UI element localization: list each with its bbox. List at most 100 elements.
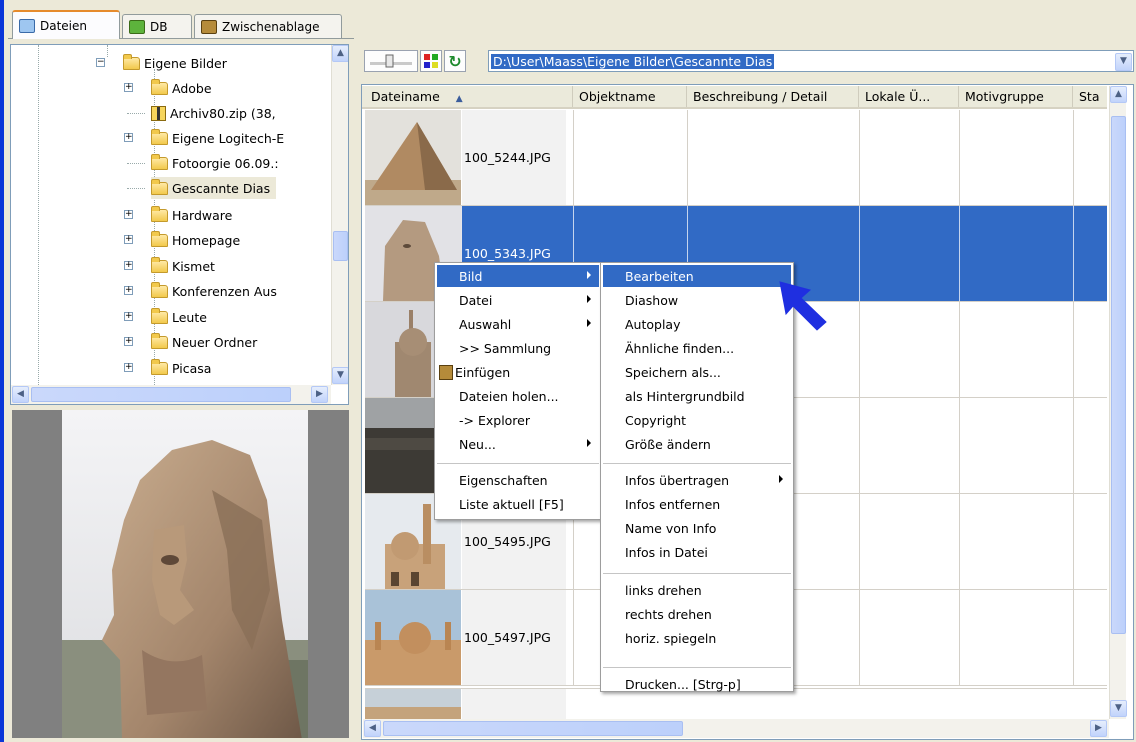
submenu-item[interactable]: Infos entfernen [603, 493, 791, 515]
tree-item[interactable]: Konferenzen Aus [151, 280, 277, 302]
tree-item[interactable]: Fotoorgie 06.09.: [151, 152, 279, 174]
expand-icon[interactable]: + [124, 210, 133, 219]
scroll-thumb[interactable] [31, 387, 291, 402]
list-horizontal-scrollbar[interactable]: ◀ ▶ [363, 719, 1109, 738]
menu-separator [437, 463, 599, 464]
menu-item-label: links drehen [625, 582, 702, 598]
scroll-thumb[interactable] [383, 721, 683, 736]
refresh-button[interactable]: ↻ [444, 50, 466, 72]
submenu-item[interactable]: Name von Info [603, 517, 791, 539]
expand-icon[interactable]: + [124, 83, 133, 92]
scroll-down-button[interactable]: ▼ [332, 367, 348, 384]
tree-item[interactable]: Eigene Bilder [123, 52, 227, 74]
tree-item[interactable]: Leute [151, 306, 207, 328]
tree-vertical-scrollbar[interactable]: ▲ ▼ [331, 45, 348, 385]
file-name-cell[interactable]: 100_5244.JPG [462, 110, 566, 205]
scroll-right-button[interactable]: ▶ [311, 386, 328, 403]
submenu-item[interactable]: rechts drehen [603, 603, 791, 625]
submenu-item[interactable]: Größe ändern [603, 433, 791, 455]
path-input[interactable]: D:\User\Maass\Eigene Bilder\Gescannte Di… [491, 53, 775, 69]
expand-icon[interactable]: + [124, 235, 133, 244]
folder-icon [151, 307, 168, 324]
column-header-objektname[interactable]: Objektname [573, 86, 687, 107]
path-combobox[interactable]: D:\User\Maass\Eigene Bilder\Gescannte Di… [488, 50, 1134, 72]
column-header-motivgruppe[interactable]: Motivgruppe [959, 86, 1073, 107]
tab-zwischenablage[interactable]: Zwischenablage [194, 14, 342, 38]
expand-icon[interactable]: + [124, 337, 133, 346]
scroll-right-button[interactable]: ▶ [1090, 720, 1107, 737]
menu-item-label: Eigenschaften [459, 472, 548, 488]
context-menu-item[interactable]: -> Explorer [437, 409, 599, 431]
tree-item[interactable]: Archiv80.zip (38, [151, 102, 276, 124]
submenu-item[interactable]: Copyright [603, 409, 791, 431]
thumbnail-image[interactable] [365, 110, 461, 205]
column-header-status[interactable]: Sta [1073, 86, 1113, 107]
expand-icon[interactable]: + [124, 363, 133, 372]
menu-item-label: Einfügen [455, 364, 511, 380]
scroll-up-button[interactable]: ▲ [1110, 86, 1127, 103]
menu-item-label: Infos entfernen [625, 496, 721, 512]
submenu-item[interactable]: Drucken... [Strg-p] [603, 673, 791, 695]
expand-icon[interactable]: + [124, 286, 133, 295]
submenu-item[interactable]: Diashow [603, 289, 791, 311]
context-menu-item[interactable]: Liste aktuell [F5] [437, 493, 599, 515]
tree-item[interactable]: Picasa [151, 357, 211, 379]
view-slider-button[interactable] [364, 50, 418, 72]
context-menu-item[interactable]: Bild [437, 265, 599, 287]
submenu-item[interactable]: Ähnliche finden... [603, 337, 791, 359]
chevron-down-icon[interactable]: ▼ [1115, 53, 1132, 71]
file-name-cell[interactable]: 100_5497.JPG [462, 590, 566, 685]
tab-db[interactable]: DB [122, 14, 192, 38]
submenu-item[interactable]: Infos übertragen [603, 469, 791, 491]
tree-item-label: Leute [172, 309, 207, 325]
context-menu-item[interactable]: Auswahl [437, 313, 599, 335]
submenu-item[interactable]: Autoplay [603, 313, 791, 335]
scroll-thumb[interactable] [1111, 116, 1126, 634]
scroll-left-button[interactable]: ◀ [12, 386, 29, 403]
tree-item[interactable]: Neuer Ordner [151, 331, 257, 353]
column-header-dateiname[interactable]: Dateiname ▲ [365, 86, 573, 107]
submenu-item[interactable]: Bearbeiten [603, 265, 791, 287]
context-menu-item[interactable]: >> Sammlung [437, 337, 599, 359]
tree-item[interactable]: Eigene Logitech-E [151, 127, 284, 149]
submenu-item[interactable]: Speichern als... [603, 361, 791, 383]
expand-icon[interactable]: + [124, 312, 133, 321]
thumbnail-image[interactable] [365, 590, 461, 685]
tree-item[interactable]: Homepage [151, 229, 240, 251]
submenu-item[interactable]: links drehen [603, 579, 791, 601]
submenu-item[interactable]: Infos in Datei [603, 541, 791, 563]
scroll-up-button[interactable]: ▲ [332, 45, 348, 62]
tree-item-label: Fotoorgie 06.09.: [172, 155, 279, 171]
folder-tree[interactable]: − Eigene Bilder + Adobe Archiv80.zip (38, + Ei… [10, 44, 349, 405]
expand-icon[interactable]: + [124, 133, 133, 142]
context-menu-item[interactable]: Einfügen [437, 361, 599, 383]
expand-icon[interactable]: + [124, 261, 133, 270]
submenu-item[interactable]: als Hintergrundbild [603, 385, 791, 407]
tab-dateien[interactable]: Dateien [12, 10, 120, 39]
tree-horizontal-scrollbar[interactable]: ◀ ▶ [11, 385, 331, 404]
tab-label: Zwischenablage [222, 19, 320, 34]
context-menu-item[interactable]: Neu... [437, 433, 599, 455]
folder-icon [151, 78, 168, 95]
tree-item[interactable]: Kismet [151, 255, 215, 277]
context-menu-item[interactable]: Eigenschaften [437, 469, 599, 491]
column-header-lokale[interactable]: Lokale Ü... [859, 86, 959, 107]
scroll-left-button[interactable]: ◀ [364, 720, 381, 737]
table-row[interactable]: 100_5244.JPG [365, 110, 1107, 206]
thumbnail-image[interactable] [365, 689, 461, 720]
tree-item[interactable]: Gescannte Dias [151, 177, 277, 199]
tree-item[interactable]: Adobe [151, 77, 212, 99]
column-header-beschreibung[interactable]: Beschreibung / Detail [687, 86, 859, 107]
submenu-item[interactable]: horiz. spiegeln [603, 627, 791, 649]
context-menu-item[interactable]: Datei [437, 289, 599, 311]
list-vertical-scrollbar[interactable]: ▲ ▼ [1109, 86, 1127, 719]
tree-item[interactable]: Hardware [151, 204, 232, 226]
context-menu-item[interactable]: Dateien holen... [437, 385, 599, 407]
scroll-down-button[interactable]: ▼ [1110, 700, 1127, 717]
grid-view-button[interactable] [420, 50, 442, 72]
table-cell-divider [859, 206, 860, 301]
table-cell-divider [859, 110, 860, 205]
sphinx-preview-image [62, 410, 308, 738]
scroll-thumb[interactable] [333, 231, 348, 261]
collapse-icon[interactable]: − [96, 58, 105, 67]
